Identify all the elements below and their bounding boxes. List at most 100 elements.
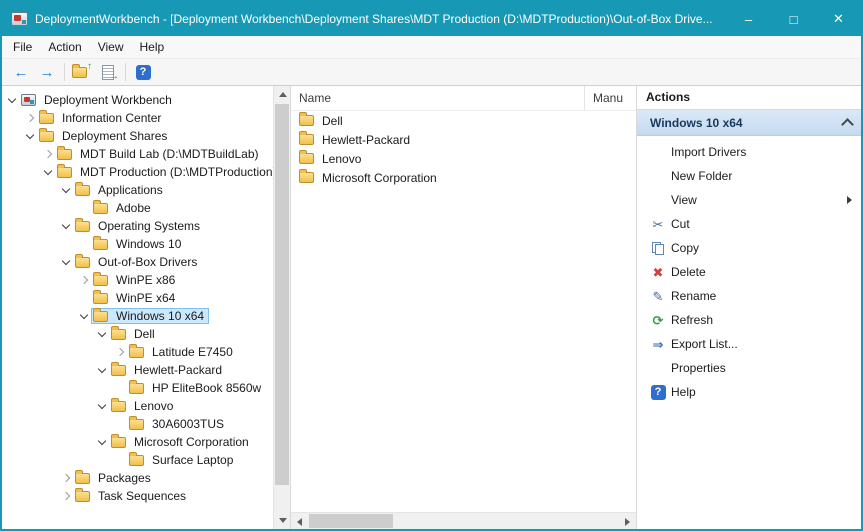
- action-delete[interactable]: ✖Delete: [637, 260, 861, 284]
- tree-item[interactable]: Out-of-Box Drivers: [2, 253, 273, 271]
- tree-item[interactable]: Hewlett-Packard: [2, 361, 273, 379]
- maximize-button[interactable]: □: [771, 2, 816, 36]
- action-cut[interactable]: ✂Cut: [637, 212, 861, 236]
- tree-node[interactable]: WinPE x86: [91, 272, 180, 288]
- tree-expander-icon[interactable]: [60, 487, 73, 505]
- list-item[interactable]: Lenovo: [291, 149, 636, 168]
- export-list-icon[interactable]: →: [96, 61, 120, 83]
- tree-item[interactable]: Packages: [2, 469, 273, 487]
- close-button[interactable]: ✕: [816, 2, 861, 36]
- tree-node[interactable]: Deployment Workbench: [19, 92, 177, 108]
- tree-node[interactable]: Latitude E7450: [127, 344, 238, 360]
- forward-icon[interactable]: →: [35, 61, 59, 83]
- action-copy[interactable]: Copy: [637, 236, 861, 260]
- tree-item[interactable]: Surface Laptop: [2, 451, 273, 469]
- tree-node[interactable]: Out-of-Box Drivers: [73, 254, 202, 270]
- tree-node[interactable]: Task Sequences: [73, 488, 191, 504]
- scroll-left-button[interactable]: [291, 513, 308, 529]
- scroll-down-button[interactable]: [274, 512, 291, 529]
- action-properties[interactable]: Properties: [637, 356, 861, 380]
- help-icon[interactable]: ?: [131, 61, 155, 83]
- tree-item[interactable]: Dell: [2, 325, 273, 343]
- tree-expander-icon[interactable]: [114, 343, 127, 361]
- list-item[interactable]: Hewlett-Packard: [291, 130, 636, 149]
- tree-expander-icon[interactable]: [78, 307, 91, 325]
- tree-item[interactable]: Windows 10: [2, 235, 273, 253]
- tree-node[interactable]: Microsoft Corporation: [109, 434, 254, 450]
- tree-node[interactable]: Hewlett-Packard: [109, 362, 227, 378]
- tree-item[interactable]: MDT Production (D:\MDTProduction): [2, 163, 273, 181]
- menu-item-help[interactable]: Help: [132, 36, 173, 58]
- tree-expander-icon[interactable]: [96, 325, 109, 343]
- list-item[interactable]: Dell: [291, 111, 636, 130]
- tree-item[interactable]: Deployment Workbench: [2, 91, 273, 109]
- tree-node[interactable]: HP EliteBook 8560w: [127, 380, 266, 396]
- tree-expander-icon[interactable]: [96, 433, 109, 451]
- tree-node[interactable]: Surface Laptop: [127, 452, 238, 468]
- tree-node[interactable]: Operating Systems: [73, 218, 205, 234]
- scroll-up-button[interactable]: [274, 86, 291, 103]
- tree-expander-icon[interactable]: [96, 397, 109, 415]
- menu-item-view[interactable]: View: [90, 36, 132, 58]
- tree-item[interactable]: Latitude E7450: [2, 343, 273, 361]
- tree-node[interactable]: MDT Production (D:\MDTProduction): [55, 164, 273, 180]
- tree-item[interactable]: Adobe: [2, 199, 273, 217]
- action-new-folder[interactable]: New Folder: [637, 164, 861, 188]
- tree-node[interactable]: MDT Build Lab (D:\MDTBuildLab): [55, 146, 264, 162]
- collapse-icon[interactable]: [841, 118, 854, 131]
- tree-item[interactable]: Information Center: [2, 109, 273, 127]
- tree-node[interactable]: Applications: [73, 182, 168, 198]
- tree-item[interactable]: Operating Systems: [2, 217, 273, 235]
- tree-node[interactable]: 30A6003TUS: [127, 416, 229, 432]
- action-refresh[interactable]: ⟳Refresh: [637, 308, 861, 332]
- tree-expander-icon[interactable]: [6, 91, 19, 109]
- tree-item[interactable]: WinPE x64: [2, 289, 273, 307]
- actions-group-header[interactable]: Windows 10 x64: [637, 110, 861, 136]
- tree-node[interactable]: Deployment Shares: [37, 128, 172, 144]
- tree-expander-icon[interactable]: [42, 163, 55, 181]
- tree-node[interactable]: Windows 10 x64: [91, 308, 209, 324]
- tree-expander-icon[interactable]: [60, 217, 73, 235]
- tree-expander-icon[interactable]: [60, 469, 73, 487]
- action-rename[interactable]: ✎Rename: [637, 284, 861, 308]
- tree-item[interactable]: MDT Build Lab (D:\MDTBuildLab): [2, 145, 273, 163]
- action-help[interactable]: ?Help: [637, 380, 861, 404]
- tree-expander-icon[interactable]: [24, 109, 37, 127]
- back-icon[interactable]: ←: [9, 61, 33, 83]
- scrollbar-thumb[interactable]: [309, 514, 393, 528]
- scroll-right-button[interactable]: [619, 513, 636, 529]
- minimize-button[interactable]: –: [726, 2, 771, 36]
- tree-expander-icon[interactable]: [24, 127, 37, 145]
- menu-item-action[interactable]: Action: [40, 36, 89, 58]
- tree-item[interactable]: Task Sequences: [2, 487, 273, 505]
- tree-item[interactable]: Lenovo: [2, 397, 273, 415]
- tree-expander-icon[interactable]: [60, 253, 73, 271]
- tree-node[interactable]: Adobe: [91, 200, 156, 216]
- column-header-manufacturer[interactable]: Manu: [585, 86, 636, 110]
- tree-item[interactable]: HP EliteBook 8560w: [2, 379, 273, 397]
- tree-node[interactable]: Windows 10: [91, 236, 186, 252]
- tree-vertical-scrollbar[interactable]: [273, 86, 290, 529]
- tree-node[interactable]: Packages: [73, 470, 156, 486]
- tree-item[interactable]: Applications: [2, 181, 273, 199]
- action-export-list[interactable]: ⇒Export List...: [637, 332, 861, 356]
- tree-node[interactable]: Information Center: [37, 110, 166, 126]
- tree-item[interactable]: 30A6003TUS: [2, 415, 273, 433]
- tree-item[interactable]: Deployment Shares: [2, 127, 273, 145]
- up-one-level-icon[interactable]: ↑: [70, 61, 94, 83]
- tree-expander-icon[interactable]: [42, 145, 55, 163]
- tree-node[interactable]: Dell: [109, 326, 160, 342]
- list-horizontal-scrollbar[interactable]: [291, 512, 636, 529]
- tree-expander-icon[interactable]: [96, 361, 109, 379]
- tree-item[interactable]: Windows 10 x64: [2, 307, 273, 325]
- column-header-name[interactable]: Name: [291, 86, 585, 110]
- tree-item[interactable]: Microsoft Corporation: [2, 433, 273, 451]
- list-item[interactable]: Microsoft Corporation: [291, 168, 636, 187]
- tree-item[interactable]: WinPE x86: [2, 271, 273, 289]
- action-view[interactable]: View: [637, 188, 861, 212]
- tree-expander-icon[interactable]: [78, 271, 91, 289]
- scrollbar-thumb[interactable]: [275, 104, 289, 485]
- menu-item-file[interactable]: File: [5, 36, 40, 58]
- tree-node[interactable]: WinPE x64: [91, 290, 180, 306]
- action-import-drivers[interactable]: Import Drivers: [637, 140, 861, 164]
